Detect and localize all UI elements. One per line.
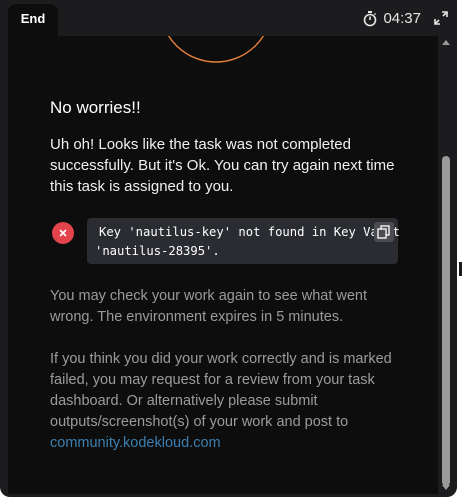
resize-handle[interactable] bbox=[459, 262, 462, 276]
task-result-panel: End 04:37 No worries!! Uh oh! Looks like… bbox=[0, 0, 457, 497]
status-ring-arc bbox=[167, 36, 265, 63]
panel-header: End 04:37 bbox=[0, 0, 457, 36]
error-badge bbox=[52, 222, 74, 244]
scrollbar[interactable] bbox=[438, 36, 454, 494]
end-button[interactable]: End bbox=[8, 4, 58, 36]
result-content: No worries!! Uh oh! Looks like the task … bbox=[8, 36, 438, 494]
copy-button[interactable] bbox=[374, 222, 394, 242]
scroll-down-arrow-icon[interactable] bbox=[442, 485, 450, 490]
close-x-icon bbox=[59, 229, 67, 237]
result-title: No worries!! bbox=[50, 98, 141, 117]
expand-icon[interactable] bbox=[433, 10, 449, 26]
review-note: If you think you did your work correctly… bbox=[50, 349, 410, 454]
result-message: Uh oh! Looks like the task was not compl… bbox=[50, 136, 395, 195]
check-work-note: You may check your work again to see wha… bbox=[50, 288, 368, 325]
timer-value: 04:37 bbox=[383, 10, 421, 27]
community-link[interactable]: community.kodekloud.com bbox=[50, 435, 221, 451]
error-message-box: Key 'nautilus-key' not found in Key Vaul… bbox=[87, 218, 400, 264]
scroll-up-arrow-icon[interactable] bbox=[442, 40, 450, 45]
screen: End 04:37 No worries!! Uh oh! Looks like… bbox=[0, 0, 463, 500]
error-line-2: 'nautilus-28395'. bbox=[95, 244, 220, 258]
scrollbar-thumb[interactable] bbox=[442, 156, 450, 486]
timer: 04:37 bbox=[363, 10, 421, 27]
stopwatch-icon bbox=[364, 10, 377, 26]
error-line-1: Key 'nautilus-key' not found in Key Vaul… bbox=[99, 225, 400, 239]
copy-icon bbox=[377, 225, 390, 239]
review-note-text: If you think you did your work correctly… bbox=[50, 351, 392, 430]
